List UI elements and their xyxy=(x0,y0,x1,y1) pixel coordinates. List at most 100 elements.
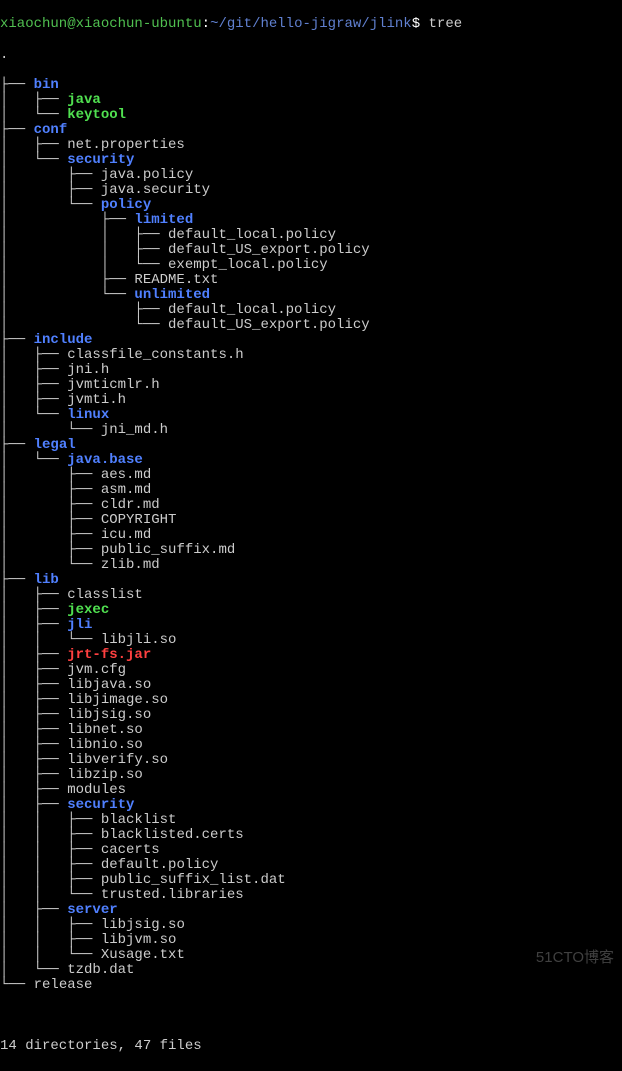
tree-item-dir: legal xyxy=(34,437,76,453)
tree-root: . xyxy=(0,48,622,63)
tree-line: │ │ ├── libjvm.so xyxy=(0,933,622,948)
tree-line: │ ├── public_suffix.md xyxy=(0,543,622,558)
tree-item-file: default_US_export.policy xyxy=(168,242,370,258)
tree-line: │ └── java.base xyxy=(0,453,622,468)
prompt-dollar: $ xyxy=(412,16,420,32)
tree-line: │ │ ├── cacerts xyxy=(0,843,622,858)
tree-prefix: │ ├── xyxy=(0,902,67,918)
tree-line: │ │ ├── default_local.policy xyxy=(0,228,622,243)
tree-prefix: │ │ └── xyxy=(0,257,168,273)
tree-line: │ ├── jvmti.h xyxy=(0,393,622,408)
tree-item-dir: lib xyxy=(34,572,59,588)
tree-prefix: │ │ └── xyxy=(0,947,101,963)
tree-line: │ ├── jli xyxy=(0,618,622,633)
tree-item-exec: java xyxy=(67,92,101,108)
tree-line: └── release xyxy=(0,978,622,993)
tree-item-file: java.security xyxy=(101,182,210,198)
tree-line: │ ├── jvm.cfg xyxy=(0,663,622,678)
tree-prefix: │ ├── xyxy=(0,707,67,723)
prompt-colon: : xyxy=(202,16,210,32)
tree-prefix: │ └── xyxy=(0,197,101,213)
tree-item-file: modules xyxy=(67,782,126,798)
tree-item-dir: security xyxy=(67,797,134,813)
tree-line: │ └── zlib.md xyxy=(0,558,622,573)
tree-prefix: ├── xyxy=(0,122,34,138)
tree-prefix: │ │ └── xyxy=(0,887,101,903)
tree-prefix: │ └── xyxy=(0,407,67,423)
tree-line: │ ├── limited xyxy=(0,213,622,228)
tree-prefix: │ ├── xyxy=(0,137,67,153)
tree-item-file: libjsig.so xyxy=(101,917,185,933)
tree-prefix: │ ├── xyxy=(0,587,67,603)
tree-line: │ ├── libjsig.so xyxy=(0,708,622,723)
tree-prefix: │ ├── xyxy=(0,167,101,183)
tree-line: │ │ ├── libjsig.so xyxy=(0,918,622,933)
tree-prefix: ├── xyxy=(0,437,34,453)
summary-line: 14 directories, 47 files xyxy=(0,1039,622,1054)
tree-line: │ └── policy xyxy=(0,198,622,213)
tree-prefix: │ ├── xyxy=(0,347,67,363)
prompt-host: xiaochun-ubuntu xyxy=(76,16,202,32)
prompt-line: xiaochun@xiaochun-ubuntu:~/git/hello-jig… xyxy=(0,17,622,32)
tree-line: │ │ ├── blacklist xyxy=(0,813,622,828)
tree-item-file: default_local.policy xyxy=(168,227,336,243)
prompt-user: xiaochun xyxy=(0,16,67,32)
tree-prefix: │ │ ├── xyxy=(0,227,168,243)
tree-item-file: libnet.so xyxy=(67,722,143,738)
tree-item-file: tzdb.dat xyxy=(67,962,134,978)
tree-prefix: │ │ └── xyxy=(0,632,101,648)
tree-prefix: │ ├── xyxy=(0,542,101,558)
tree-line: │ ├── jrt-fs.jar xyxy=(0,648,622,663)
tree-item-file: cldr.md xyxy=(101,497,160,513)
tree-line: │ ├── libnio.so xyxy=(0,738,622,753)
tree-item-dir: linux xyxy=(67,407,109,423)
prompt-path: ~/git/hello-jigraw/jlink xyxy=(210,16,412,32)
tree-prefix: │ ├── xyxy=(0,677,67,693)
tree-prefix: │ ├── xyxy=(0,362,67,378)
tree-line: │ │ ├── default.policy xyxy=(0,858,622,873)
tree-line: ├── include xyxy=(0,333,622,348)
tree-prefix: │ │ ├── xyxy=(0,827,101,843)
tree-prefix: │ ├── xyxy=(0,497,101,513)
tree-prefix: │ └── xyxy=(0,107,67,123)
tree-line: │ └── unlimited xyxy=(0,288,622,303)
tree-item-archive: jrt-fs.jar xyxy=(67,647,151,663)
tree-item-file: libnio.so xyxy=(67,737,143,753)
tree-item-file: classlist xyxy=(67,587,143,603)
tree-prefix: │ ├── xyxy=(0,377,67,393)
tree-prefix: │ ├── xyxy=(0,782,67,798)
tree-item-dir: policy xyxy=(101,197,151,213)
tree-prefix: │ ├── xyxy=(0,752,67,768)
tree-prefix: │ │ ├── xyxy=(0,932,101,948)
tree-line: │ │ └── exempt_local.policy xyxy=(0,258,622,273)
tree-line: │ ├── java.security xyxy=(0,183,622,198)
tree-item-file: net.properties xyxy=(67,137,185,153)
tree-prefix: │ └── xyxy=(0,317,168,333)
tree-item-file: libverify.so xyxy=(67,752,168,768)
tree-prefix: │ └── xyxy=(0,152,67,168)
tree-line: │ └── tzdb.dat xyxy=(0,963,622,978)
tree-line: │ ├── icu.md xyxy=(0,528,622,543)
tree-item-file: cacerts xyxy=(101,842,160,858)
tree-prefix: │ ├── xyxy=(0,617,67,633)
tree-prefix: └── xyxy=(0,977,34,993)
tree-prefix: │ │ ├── xyxy=(0,872,101,888)
tree-item-file: jvmti.h xyxy=(67,392,126,408)
tree-prefix: │ ├── xyxy=(0,512,101,528)
tree-item-file: release xyxy=(34,977,93,993)
tree-item-dir: security xyxy=(67,152,134,168)
tree-item-dir: server xyxy=(67,902,117,918)
tree-item-file: blacklist xyxy=(101,812,177,828)
tree-prefix: ├── xyxy=(0,77,34,93)
tree-item-file: libjvm.so xyxy=(101,932,177,948)
tree-line: │ └── linux xyxy=(0,408,622,423)
tree-line: │ │ └── Xusage.txt xyxy=(0,948,622,963)
tree-line: │ └── security xyxy=(0,153,622,168)
tree-prefix: │ ├── xyxy=(0,467,101,483)
tree-prefix: │ ├── xyxy=(0,692,67,708)
tree-item-file: aes.md xyxy=(101,467,151,483)
tree-prefix: │ │ ├── xyxy=(0,842,101,858)
tree-line: │ ├── cldr.md xyxy=(0,498,622,513)
tree-prefix: │ ├── xyxy=(0,392,67,408)
tree-prefix: │ ├── xyxy=(0,722,67,738)
